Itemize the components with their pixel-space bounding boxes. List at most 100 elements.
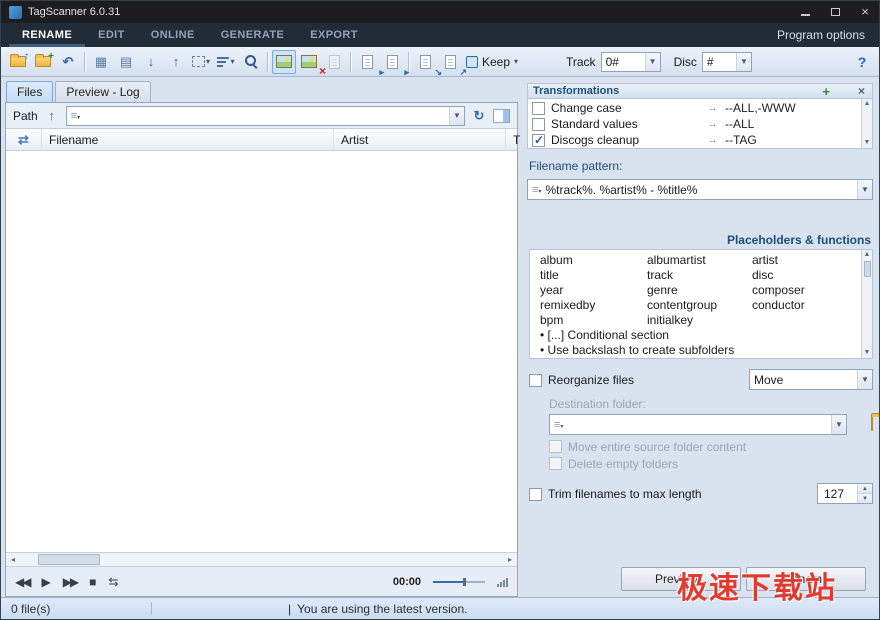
vertical-scrollbar[interactable]: ▲ ▼ <box>861 250 872 358</box>
placeholder-item[interactable]: track <box>647 268 752 283</box>
scroll-up-icon[interactable]: ▲ <box>864 250 871 260</box>
search-button[interactable] <box>239 50 263 74</box>
change-case-checkbox[interactable] <box>532 102 545 115</box>
discogs-cleanup-checkbox[interactable] <box>532 134 545 147</box>
filename-pattern-combo[interactable]: ≡▾ %track%. %artist% - %title% ▼ <box>527 179 873 200</box>
browse-folder-button[interactable] <box>871 416 873 430</box>
placeholder-item[interactable]: album <box>540 253 647 268</box>
select-files-button[interactable]: ▾ <box>189 50 213 74</box>
placeholder-item[interactable]: albumartist <box>647 253 752 268</box>
cover-art-button[interactable] <box>272 50 296 74</box>
file-export-button[interactable]: ↘ <box>413 50 437 74</box>
scroll-right-icon[interactable]: ▸ <box>503 555 517 564</box>
fast-forward-button[interactable]: ▶▶ <box>63 576 77 588</box>
menu-export[interactable]: EXPORT <box>297 23 371 47</box>
file-list-area[interactable] <box>6 151 517 552</box>
chevron-down-icon[interactable]: ▼ <box>857 180 872 199</box>
column-header-filename[interactable]: Filename <box>42 129 334 150</box>
column-header-artist[interactable]: Artist <box>334 129 506 150</box>
scroll-left-icon[interactable]: ◂ <box>6 555 20 564</box>
scroll-down-icon[interactable]: ▼ <box>864 138 871 148</box>
chevron-down-icon[interactable]: ▼ <box>645 53 660 71</box>
remove-cover-button[interactable]: × <box>297 50 321 74</box>
stop-button[interactable]: ■ <box>89 576 96 588</box>
placeholder-item[interactable]: artist <box>752 253 861 268</box>
max-length-spinner[interactable]: 127 ▲ ▼ <box>817 483 873 504</box>
repeat-icon[interactable]: ⇆ <box>108 576 118 588</box>
placeholder-item[interactable]: remixedby <box>540 298 647 313</box>
placeholder-item[interactable]: year <box>540 283 647 298</box>
placeholder-item[interactable]: title <box>540 268 647 283</box>
move-entire-checkbox[interactable] <box>549 440 562 453</box>
transformation-row[interactable]: Change case → --ALL,-WWW <box>528 100 861 116</box>
chevron-down-icon[interactable]: ▼ <box>449 107 464 125</box>
menu-generate[interactable]: GENERATE <box>208 23 298 47</box>
placeholder-item[interactable] <box>752 313 861 328</box>
undo-button[interactable]: ↶ <box>56 50 80 74</box>
add-transformation-icon[interactable]: + <box>822 85 830 98</box>
details-view-button[interactable]: ▤ <box>114 50 138 74</box>
sort-button[interactable]: ▾ <box>214 50 238 74</box>
maximize-button[interactable] <box>829 6 841 18</box>
side-panel-icon[interactable] <box>493 109 510 123</box>
standard-values-checkbox[interactable] <box>532 118 545 131</box>
move-mode-combo[interactable]: Move ▼ <box>749 369 873 390</box>
transformation-row[interactable]: Discogs cleanup → --TAG <box>528 132 861 148</box>
shuffle-column-header[interactable]: ⇄ <box>6 129 42 150</box>
placeholder-item[interactable]: bpm <box>540 313 647 328</box>
vertical-scrollbar[interactable]: ▲ ▼ <box>861 99 872 148</box>
file-import-button[interactable]: ↗ <box>438 50 462 74</box>
transformation-row[interactable]: Standard values → --ALL <box>528 116 861 132</box>
chevron-down-icon[interactable]: ▼ <box>831 415 846 434</box>
path-input[interactable]: ≡▾ ▼ <box>66 106 465 126</box>
tab-preview-log[interactable]: Preview - Log <box>55 81 150 102</box>
menu-edit[interactable]: EDIT <box>85 23 138 47</box>
refresh-icon[interactable]: ↻ <box>470 108 488 124</box>
close-panel-icon[interactable]: × <box>858 85 867 97</box>
placeholder-item[interactable]: genre <box>647 283 752 298</box>
reorganize-files-checkbox[interactable] <box>529 374 542 387</box>
spinner-up-icon[interactable]: ▲ <box>858 484 872 494</box>
spinner-down-icon[interactable]: ▼ <box>858 494 872 503</box>
scrollbar-thumb[interactable] <box>38 554 100 565</box>
move-up-button[interactable]: ↑ <box>164 50 188 74</box>
large-icons-view-button[interactable]: ▦ <box>89 50 113 74</box>
playlist-button[interactable]: ▸ <box>380 50 404 74</box>
play-button[interactable]: ▶ <box>41 576 50 588</box>
volume-thumb[interactable] <box>463 578 466 586</box>
disc-combo[interactable]: # ▼ <box>702 52 752 72</box>
placeholder-item[interactable]: disc <box>752 268 861 283</box>
menu-rename[interactable]: RENAME <box>9 23 85 47</box>
move-down-button[interactable]: ↓ <box>139 50 163 74</box>
placeholder-item[interactable]: conductor <box>752 298 861 313</box>
rewind-button[interactable]: ◀◀ <box>15 576 29 588</box>
up-folder-icon[interactable]: ↑ <box>43 108 61 123</box>
scrollbar-track[interactable] <box>20 553 503 566</box>
keep-dropdown-button[interactable]: Keep ▾ <box>463 50 521 74</box>
print-button[interactable] <box>322 50 346 74</box>
column-header-title[interactable]: T <box>506 129 520 150</box>
menu-online[interactable]: ONLINE <box>138 23 208 47</box>
chevron-down-icon[interactable]: ▼ <box>736 53 751 71</box>
chevron-down-icon[interactable]: ▼ <box>857 370 872 389</box>
close-button[interactable]: × <box>859 6 871 18</box>
tab-files[interactable]: Files <box>6 81 53 102</box>
help-button[interactable]: ? <box>850 50 874 74</box>
delete-empty-checkbox[interactable] <box>549 457 562 470</box>
scrollbar-thumb[interactable] <box>864 261 871 277</box>
scroll-up-icon[interactable]: ▲ <box>864 99 871 109</box>
track-combo[interactable]: 0# ▼ <box>601 52 661 72</box>
placeholder-item[interactable]: contentgroup <box>647 298 752 313</box>
destination-folder-combo[interactable]: ≡▾ ▼ <box>549 414 847 435</box>
scroll-down-icon[interactable]: ▼ <box>864 348 871 358</box>
placeholder-item[interactable]: composer <box>752 283 861 298</box>
volume-slider[interactable] <box>433 576 485 588</box>
add-folder-button[interactable]: + <box>31 50 55 74</box>
play-file-button[interactable]: ▸ <box>355 50 379 74</box>
horizontal-scrollbar[interactable]: ◂ ▸ <box>6 552 517 566</box>
open-folder-button[interactable]: ↑ <box>6 50 30 74</box>
placeholder-item[interactable]: initialkey <box>647 313 752 328</box>
program-options-link[interactable]: Program options <box>763 23 879 47</box>
minimize-button[interactable] <box>799 6 811 18</box>
trim-filenames-checkbox[interactable] <box>529 488 542 501</box>
